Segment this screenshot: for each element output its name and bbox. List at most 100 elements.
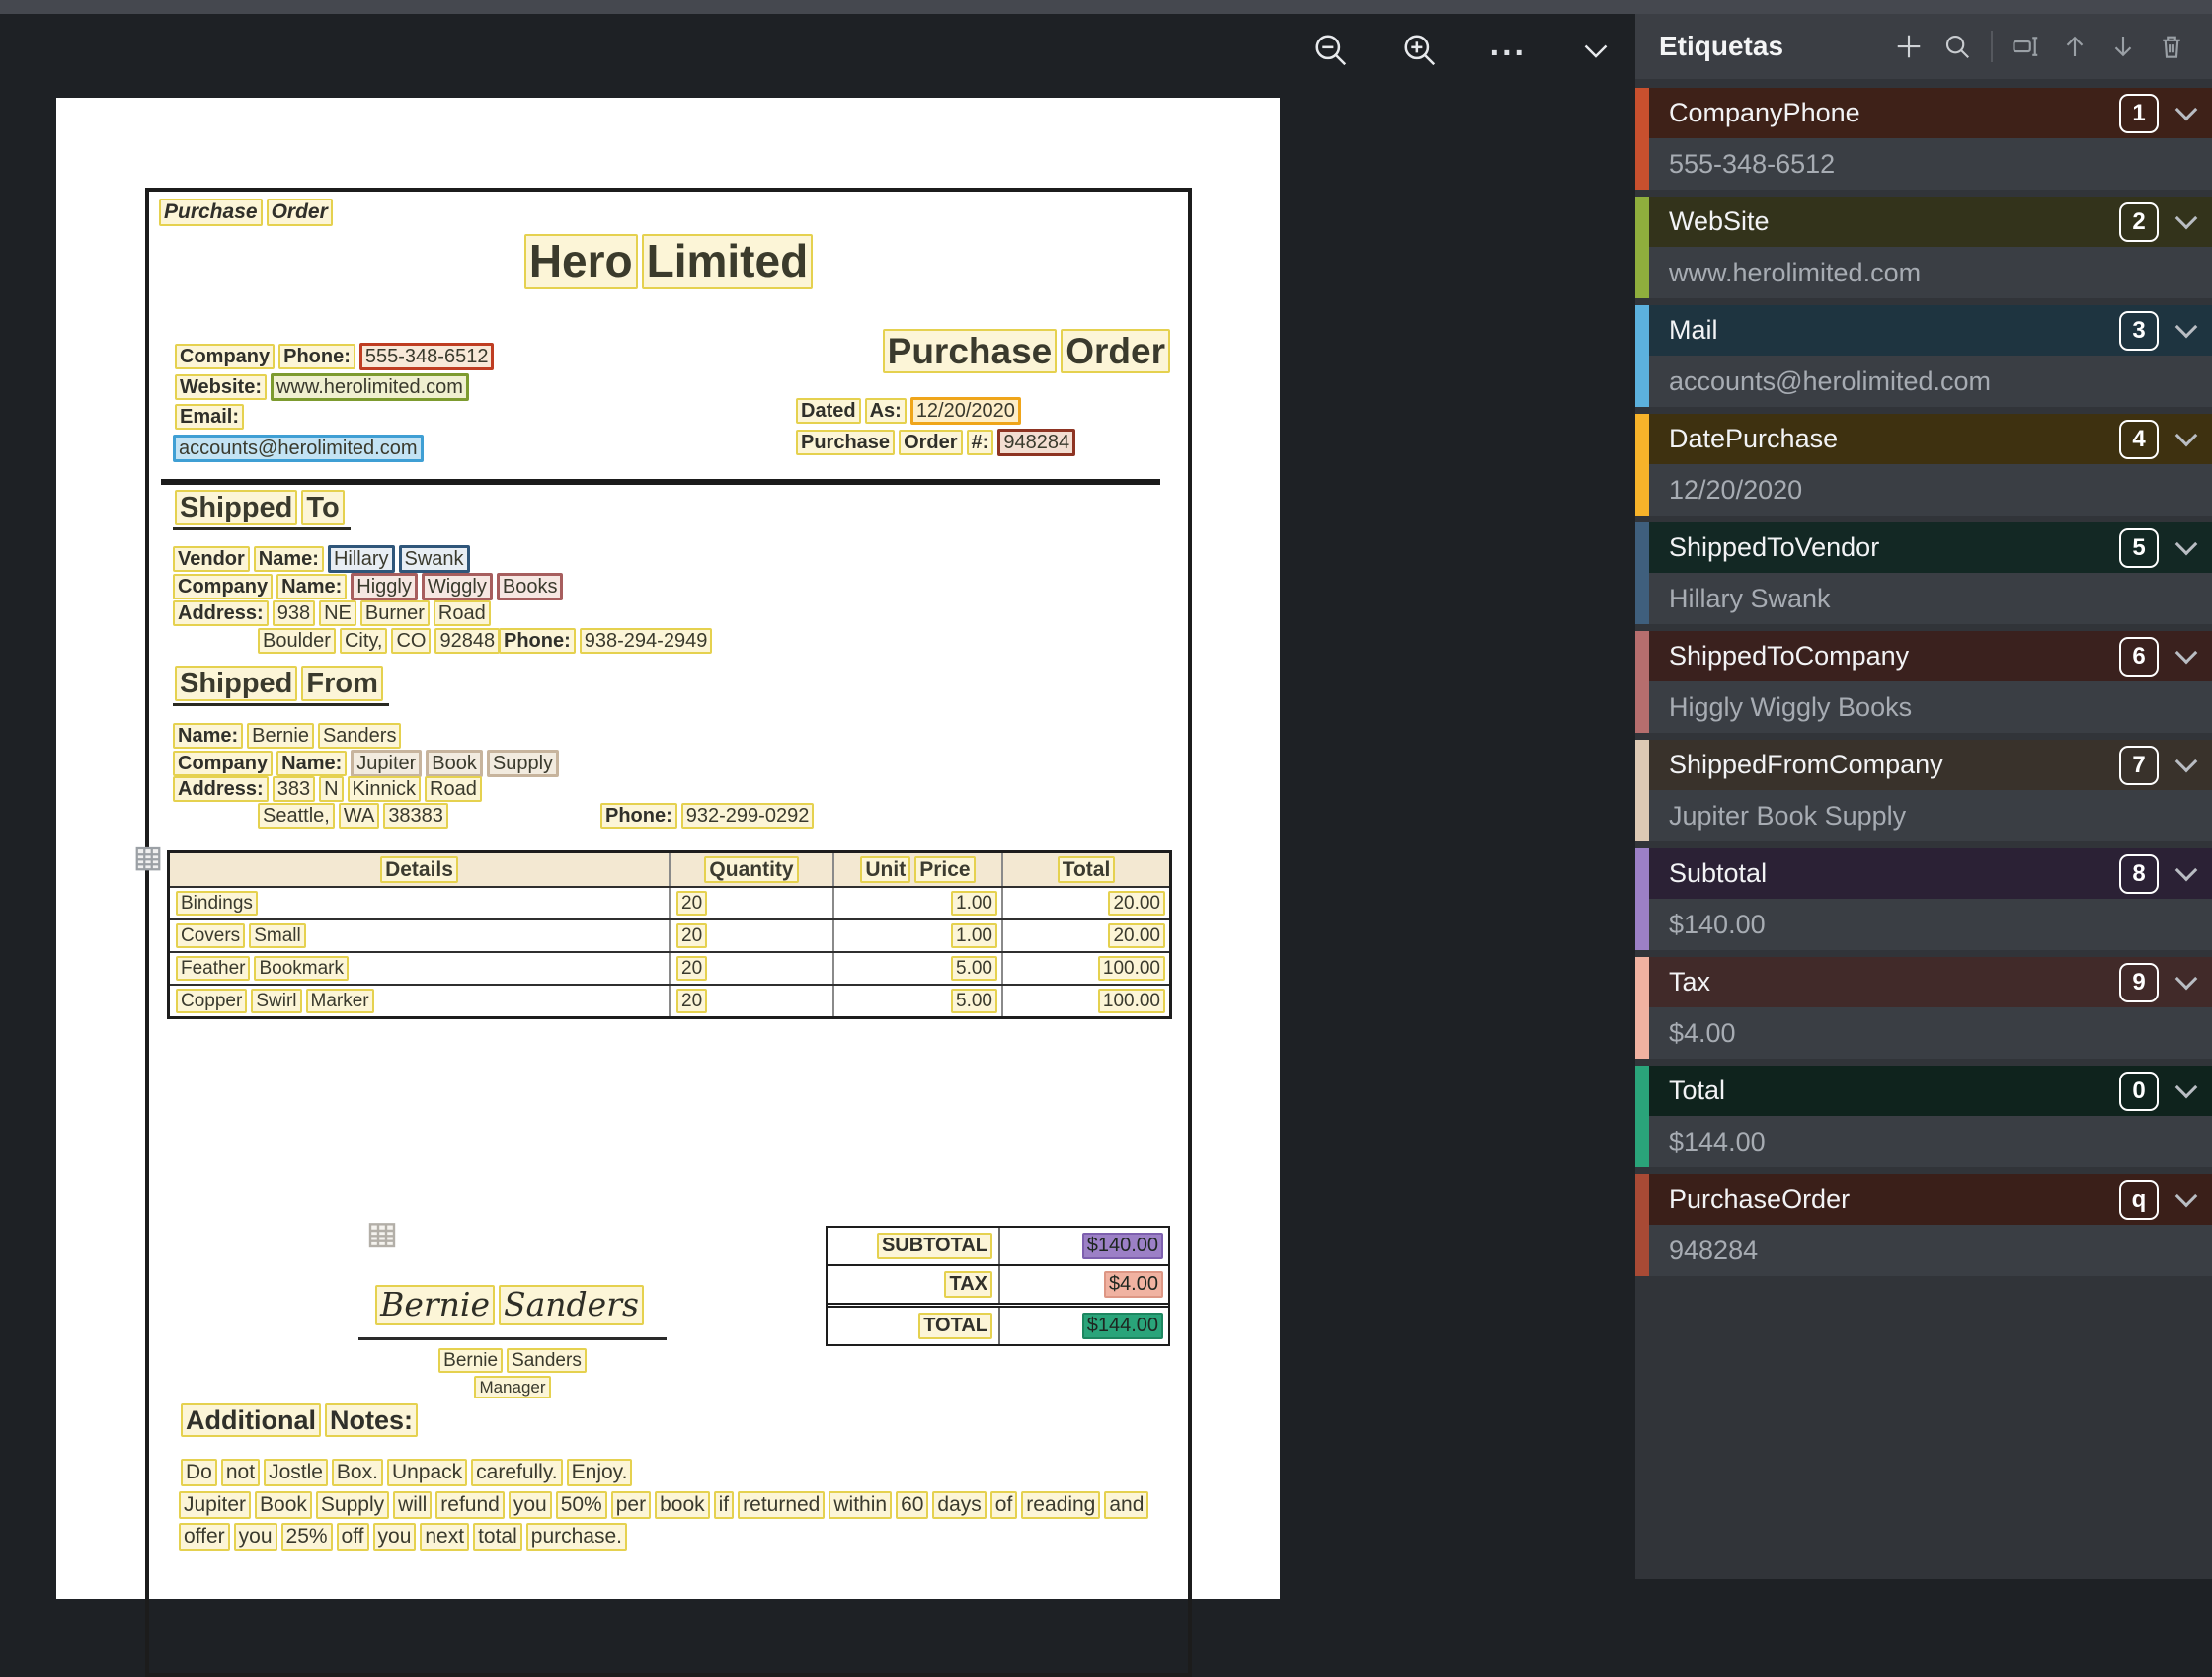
doc-word[interactable]: Copper <box>176 989 247 1013</box>
doc-word[interactable]: per <box>611 1491 651 1519</box>
doc-word[interactable]: Bernie <box>247 723 314 749</box>
doc-word[interactable]: if <box>714 1491 735 1519</box>
doc-word[interactable]: 5.00 <box>951 956 997 981</box>
doc-word[interactable]: next <box>420 1523 469 1551</box>
doc-word[interactable]: Swank <box>399 545 470 573</box>
doc-word[interactable]: Name: <box>276 574 347 599</box>
doc-word[interactable]: 20 <box>676 956 707 981</box>
tag-header-row[interactable]: Total0 <box>1649 1066 2212 1116</box>
doc-word[interactable]: you <box>509 1491 552 1519</box>
tag-header-row[interactable]: ShippedFromCompany7 <box>1649 740 2212 790</box>
doc-word[interactable]: within <box>829 1491 892 1519</box>
tag-header-row[interactable]: DatePurchase4 <box>1649 414 2212 464</box>
doc-word[interactable]: Road <box>425 776 482 802</box>
doc-word[interactable]: $4.00 <box>1104 1271 1163 1297</box>
tag-header-row[interactable]: PurchaseOrderq <box>1649 1174 2212 1225</box>
tag-value[interactable]: $4.00 <box>1649 1007 2212 1059</box>
tag-value[interactable]: 555-348-6512 <box>1649 138 2212 190</box>
doc-word[interactable]: refund <box>435 1491 505 1519</box>
doc-word[interactable]: Hillary <box>328 545 395 573</box>
tag-chevron-down-icon[interactable] <box>2175 207 2198 230</box>
doc-word[interactable]: Order <box>1061 329 1170 373</box>
doc-word[interactable]: Book <box>255 1491 312 1519</box>
doc-word[interactable]: book <box>655 1491 710 1519</box>
doc-word[interactable]: Name: <box>254 546 324 572</box>
search-tags-icon[interactable] <box>1942 32 1972 61</box>
doc-word[interactable]: Jostle <box>264 1459 328 1486</box>
doc-word[interactable]: Bernie <box>438 1348 503 1373</box>
tag-chevron-down-icon[interactable] <box>2175 99 2198 121</box>
tag-header-row[interactable]: Subtotal8 <box>1649 848 2212 899</box>
doc-word[interactable]: 948284 <box>997 429 1075 456</box>
doc-word[interactable]: 938-294-2949 <box>580 628 713 654</box>
doc-word[interactable]: Company <box>173 574 273 599</box>
move-tag-up-icon[interactable] <box>2060 32 2090 61</box>
add-tag-icon[interactable] <box>1894 32 1924 61</box>
doc-word[interactable]: you <box>234 1523 277 1551</box>
doc-word[interactable]: 932-299-0292 <box>681 803 815 829</box>
doc-word[interactable]: Order <box>899 430 962 455</box>
doc-word[interactable]: Wiggly <box>422 573 493 600</box>
doc-word[interactable]: 60 <box>896 1491 928 1519</box>
tag-chevron-down-icon[interactable] <box>2175 1185 2198 1208</box>
doc-word[interactable]: Book <box>426 750 483 777</box>
doc-word[interactable]: 12/20/2020 <box>910 397 1021 425</box>
doc-word[interactable]: Phone: <box>278 344 356 369</box>
doc-word[interactable]: TAX <box>944 1271 992 1297</box>
tag-value[interactable]: Hillary Swank <box>1649 573 2212 624</box>
doc-word[interactable]: Dated <box>796 398 861 424</box>
doc-word[interactable]: Order <box>267 199 333 226</box>
doc-word[interactable]: Address: <box>173 600 269 626</box>
doc-word[interactable]: Phone: <box>499 628 576 654</box>
doc-word[interactable]: of <box>990 1491 1018 1519</box>
doc-word[interactable]: Company <box>173 751 273 776</box>
doc-word[interactable]: not <box>221 1459 260 1486</box>
doc-word[interactable]: N <box>319 776 343 802</box>
tag-chevron-down-icon[interactable] <box>2175 1077 2198 1099</box>
doc-word[interactable]: Unpack <box>387 1459 467 1486</box>
doc-word[interactable]: Vendor <box>173 546 250 572</box>
rename-tag-icon[interactable] <box>2012 32 2041 61</box>
tag-value[interactable]: $144.00 <box>1649 1116 2212 1167</box>
doc-word[interactable]: Books <box>497 573 564 600</box>
doc-word[interactable]: WA <box>339 803 379 829</box>
doc-word[interactable]: Supply <box>316 1491 389 1519</box>
doc-word[interactable]: Quantity <box>704 856 798 884</box>
doc-word[interactable]: Phone: <box>600 803 677 829</box>
doc-word[interactable]: 1.00 <box>951 891 997 916</box>
doc-word[interactable]: Burner <box>360 600 430 626</box>
doc-word[interactable]: Enjoy. <box>567 1459 633 1486</box>
doc-word[interactable]: Sanders <box>499 1285 644 1325</box>
doc-word[interactable]: Jupiter <box>351 750 422 777</box>
doc-word[interactable]: 938 <box>273 600 315 626</box>
doc-word[interactable]: you <box>373 1523 417 1551</box>
doc-word[interactable]: Purchase <box>796 430 895 455</box>
tag-chevron-down-icon[interactable] <box>2175 751 2198 773</box>
doc-word[interactable]: From <box>301 666 383 701</box>
doc-word[interactable]: Do <box>181 1459 217 1486</box>
doc-word[interactable]: Swirl <box>251 989 301 1013</box>
doc-word[interactable]: Unit <box>860 856 910 884</box>
doc-word[interactable]: To <box>301 490 344 525</box>
doc-word[interactable]: Notes: <box>325 1403 418 1437</box>
tag-value[interactable]: $140.00 <box>1649 899 2212 950</box>
doc-word[interactable]: Address: <box>173 776 269 802</box>
doc-word[interactable]: Shipped <box>175 666 297 701</box>
tag-header-row[interactable]: ShippedToCompany6 <box>1649 631 2212 681</box>
doc-word[interactable]: www.herolimited.com <box>271 373 469 401</box>
doc-word[interactable]: Covers <box>176 923 245 948</box>
totals-grid-icon[interactable] <box>366 1219 398 1256</box>
doc-word[interactable]: Details <box>380 856 458 884</box>
tag-chevron-down-icon[interactable] <box>2175 533 2198 556</box>
doc-word[interactable]: City, <box>340 628 388 654</box>
doc-word[interactable]: Additional <box>181 1403 321 1437</box>
tag-value[interactable]: Higgly Wiggly Books <box>1649 681 2212 733</box>
doc-word[interactable]: Limited <box>642 234 814 289</box>
doc-word[interactable]: Name: <box>276 751 347 776</box>
doc-word[interactable]: days <box>932 1491 986 1519</box>
delete-tag-icon[interactable] <box>2157 32 2186 61</box>
doc-word[interactable]: Kinnick <box>348 776 421 802</box>
more-options-icon[interactable]: ... <box>1490 40 1527 49</box>
tag-chevron-down-icon[interactable] <box>2175 425 2198 447</box>
tag-header-row[interactable]: ShippedToVendor5 <box>1649 522 2212 573</box>
